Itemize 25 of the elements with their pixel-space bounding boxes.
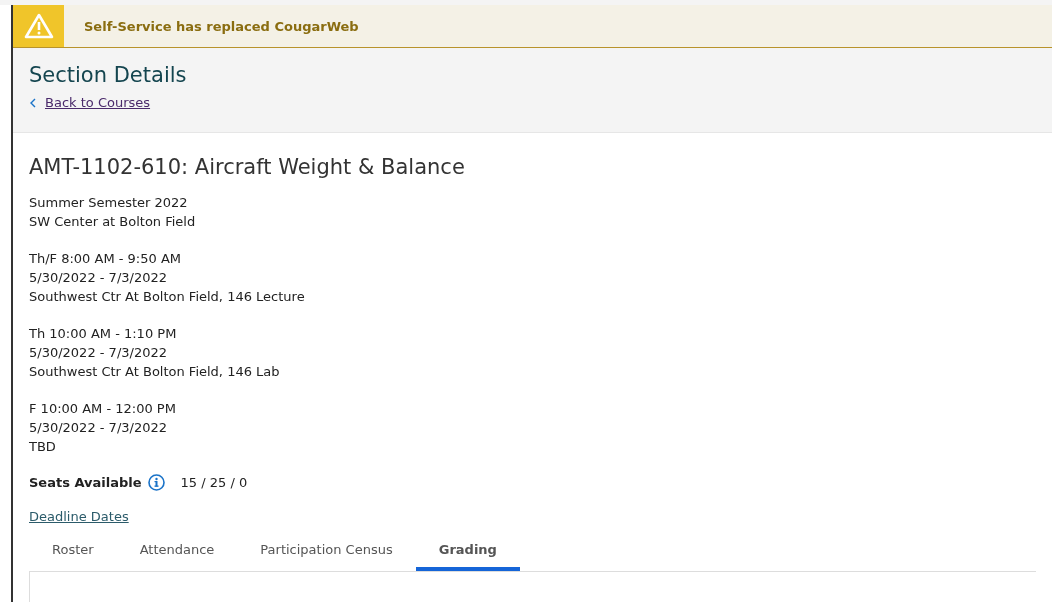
meeting-text: Th 10:00 AM - 1:10 PM xyxy=(29,325,178,343)
page-title: Section Details xyxy=(29,63,188,87)
seats-value: 15 / 25 / 0 xyxy=(180,475,248,490)
meeting-text: Southwest Ctr At Bolton Field, 146 Lab xyxy=(29,363,281,381)
info-icon[interactable] xyxy=(147,474,165,491)
deadline-link[interactable]: Deadline Dates xyxy=(29,509,129,524)
tab[interactable]: Grading xyxy=(415,532,520,571)
meeting-text: 5/30/2022 - 7/3/2022 xyxy=(29,419,168,437)
meeting-text: 5/30/2022 - 7/3/2022 xyxy=(29,269,168,287)
meeting-text: 5/30/2022 - 7/3/2022 xyxy=(29,344,168,362)
seats-label: Seats Available xyxy=(29,475,142,490)
section-title: AMT-1102-610: Aircraft Weight & Balance xyxy=(29,155,466,179)
meeting-text: Th/F 8:00 AM - 9:50 AM xyxy=(29,250,182,268)
alert-message: Self-Service has replaced CougarWeb xyxy=(84,18,359,34)
tab[interactable]: Attendance xyxy=(116,532,238,571)
tab[interactable]: Roster xyxy=(29,532,117,571)
meeting-text: Southwest Ctr At Bolton Field, 146 Lecture xyxy=(29,288,306,306)
meeting-text: F 10:00 AM - 12:00 PM xyxy=(29,400,177,418)
term-text: Summer Semester 2022 xyxy=(29,194,189,212)
meeting-text: TBD xyxy=(29,438,57,456)
warning-icon xyxy=(23,13,54,39)
chevron-left-icon xyxy=(29,97,36,108)
tab[interactable]: Participation Census xyxy=(237,532,416,571)
back-link[interactable]: Back to Courses xyxy=(45,95,151,110)
location-text: SW Center at Bolton Field xyxy=(29,213,197,231)
